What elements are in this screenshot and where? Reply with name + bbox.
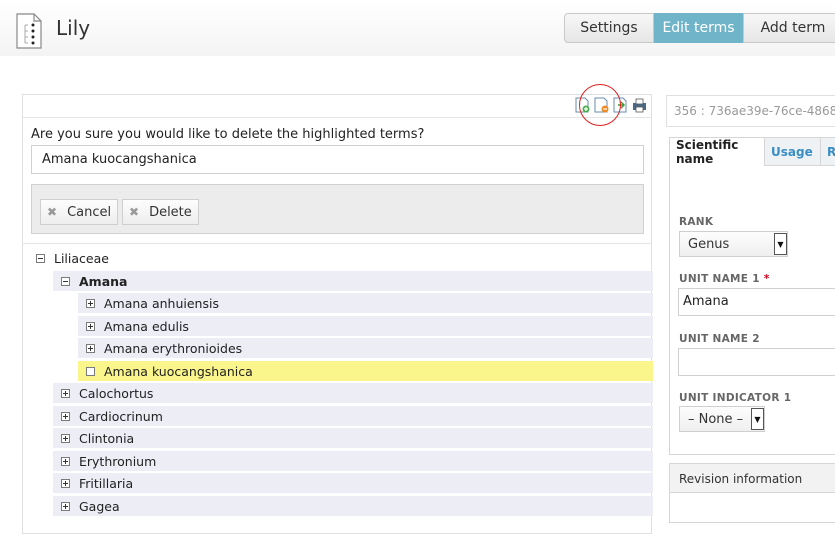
tree-node-genus[interactable]: Clintonia bbox=[53, 428, 653, 448]
unit-name-2-label: UNIT NAME 2 bbox=[679, 333, 760, 345]
tree-node-genus[interactable]: Gagea bbox=[53, 496, 653, 516]
settings-tab[interactable]: Settings bbox=[564, 13, 654, 43]
expand-icon[interactable] bbox=[61, 456, 70, 466]
rank-label: RANK bbox=[679, 216, 714, 228]
collapse-icon[interactable] bbox=[36, 253, 45, 263]
expand-icon[interactable] bbox=[86, 298, 95, 308]
tree-node-label: Amana erythronioides bbox=[104, 340, 243, 356]
app-title: Lily bbox=[56, 16, 91, 40]
expand-icon[interactable] bbox=[86, 343, 95, 353]
expand-icon[interactable] bbox=[61, 411, 70, 421]
close-icon: ✖ bbox=[47, 205, 58, 219]
edit-terms-tab[interactable]: Edit terms bbox=[654, 13, 743, 43]
delete-confirmation-message: Are you sure you would like to delete th… bbox=[31, 127, 425, 142]
cancel-button[interactable]: ✖ Cancel bbox=[40, 199, 118, 225]
tree-node-label: Amana kuocangshanica bbox=[104, 363, 253, 379]
print-icon[interactable] bbox=[632, 97, 647, 113]
tree-node-genus[interactable]: Fritillaria bbox=[53, 473, 653, 493]
chevron-down-icon[interactable]: ▼ bbox=[774, 233, 787, 255]
tree-node-genus[interactable]: Erythronium bbox=[53, 451, 653, 471]
revision-header[interactable]: Revision information bbox=[669, 463, 835, 493]
tree-node-root[interactable]: Liliaceae bbox=[28, 248, 653, 268]
tab-usage[interactable]: Usage bbox=[765, 138, 820, 166]
leaf-node-icon bbox=[86, 366, 95, 376]
tree-node-label: Liliaceae bbox=[54, 250, 109, 266]
tab-scientific-name[interactable]: Scientific name bbox=[670, 138, 765, 166]
tree-node-genus[interactable]: Cardiocrinum bbox=[53, 406, 653, 426]
delete-button-label: Delete bbox=[149, 204, 192, 220]
divider bbox=[22, 243, 652, 244]
highlight-circle bbox=[579, 84, 621, 126]
delete-button[interactable]: ✖ Delete bbox=[122, 199, 199, 225]
rank-select[interactable]: Genus bbox=[679, 231, 788, 257]
tree-node-genus[interactable]: Calochortus bbox=[53, 383, 653, 403]
unit-indicator-1-label: UNIT INDICATOR 1 bbox=[679, 392, 792, 404]
tree-node-label: Fritillaria bbox=[79, 475, 134, 491]
expand-icon[interactable] bbox=[61, 388, 70, 398]
tree-node-label: Gagea bbox=[79, 498, 120, 514]
expand-icon[interactable] bbox=[86, 321, 95, 331]
close-icon: ✖ bbox=[129, 205, 140, 219]
tree-node-label: Amana bbox=[79, 273, 128, 289]
tree-node-selected[interactable]: Amana kuocangshanica bbox=[78, 361, 653, 381]
expand-icon[interactable] bbox=[61, 433, 70, 443]
cancel-button-label: Cancel bbox=[67, 204, 112, 220]
tree-node-species[interactable]: Amana anhuiensis bbox=[78, 293, 653, 313]
tab-more[interactable]: R bbox=[820, 138, 835, 166]
tree-node-species[interactable]: Amana erythronioides bbox=[78, 338, 653, 358]
expand-icon[interactable] bbox=[61, 501, 70, 511]
collapse-icon[interactable] bbox=[61, 276, 70, 286]
highlighted-terms-list: Amana kuocangshanica bbox=[31, 145, 644, 174]
tree-node-genus[interactable]: Amana bbox=[53, 271, 653, 291]
unit-name-2-field[interactable] bbox=[678, 348, 835, 376]
expand-icon[interactable] bbox=[61, 478, 70, 488]
unit-name-1-field[interactable]: Amana bbox=[678, 288, 835, 316]
unit-name-1-label: UNIT NAME 1 * bbox=[679, 273, 770, 285]
tree-node-label: Amana anhuiensis bbox=[104, 295, 219, 311]
taxonomy-tree-icon bbox=[16, 13, 42, 49]
rank-value: Genus bbox=[688, 237, 730, 252]
tree-node-label: Clintonia bbox=[79, 430, 135, 446]
tree-node-label: Cardiocrinum bbox=[79, 408, 163, 424]
unit-name-1-label-text: UNIT NAME 1 bbox=[679, 273, 760, 285]
required-marker: * bbox=[763, 273, 770, 285]
add-term-tab[interactable]: Add term bbox=[743, 13, 835, 43]
unit-indicator-1-value: – None – bbox=[688, 412, 744, 427]
term-id: 356 : 736ae39e-76ce-4868 bbox=[666, 95, 835, 127]
tree-node-label: Amana edulis bbox=[104, 318, 189, 334]
tree-node-species[interactable]: Amana edulis bbox=[78, 316, 653, 336]
tree-node-label: Calochortus bbox=[79, 385, 154, 401]
tree-toolbar bbox=[22, 94, 652, 118]
chevron-down-icon[interactable]: ▼ bbox=[751, 408, 764, 430]
tree-node-label: Erythronium bbox=[79, 453, 157, 469]
